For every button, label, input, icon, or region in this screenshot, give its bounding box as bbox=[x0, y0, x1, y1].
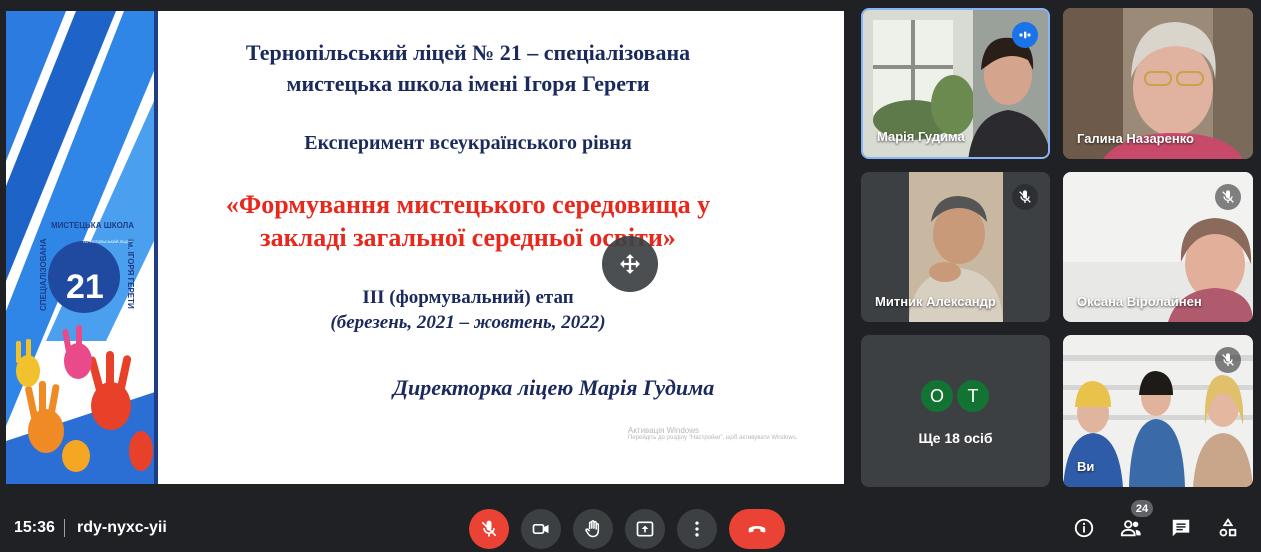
mic-muted-indicator bbox=[1215, 347, 1241, 373]
participant-tile[interactable]: Митник Александр bbox=[861, 172, 1050, 322]
slide-title: Тернопільський ліцей № 21 – спеціалізова… bbox=[158, 37, 778, 99]
raise-hand-button[interactable] bbox=[573, 509, 613, 549]
leave-call-button[interactable] bbox=[729, 509, 785, 549]
mic-muted-indicator bbox=[1215, 184, 1241, 210]
activities-button[interactable] bbox=[1212, 512, 1244, 544]
slide-title-line: Тернопільський ліцей № 21 – спеціалізова… bbox=[245, 40, 691, 65]
more-options-icon bbox=[695, 521, 699, 537]
people-icon bbox=[1120, 520, 1141, 537]
participant-avatar: Т bbox=[955, 378, 991, 414]
participant-avatar: О bbox=[919, 378, 955, 414]
slide-topic: «Формування мистецького середовища у зак… bbox=[158, 188, 778, 254]
slide-text-area: Тернопільський ліцей № 21 – спеціалізова… bbox=[158, 11, 844, 484]
control-bar: 15:36 rdy-nyxc-yii 24 bbox=[0, 500, 1261, 552]
participant-name: Ви bbox=[1077, 459, 1095, 474]
divider bbox=[64, 519, 65, 537]
slide-topic-line: «Формування мистецького середовища у bbox=[225, 190, 711, 219]
microphone-button[interactable] bbox=[469, 509, 509, 549]
people-count-badge: 24 bbox=[1131, 500, 1153, 517]
participant-name: Митник Александр bbox=[875, 294, 996, 309]
participant-name: Галина Назаренко bbox=[1077, 131, 1194, 146]
slide-stage: ІІІ (формувальний) етап (березень, 2021 … bbox=[158, 285, 778, 335]
self-view-tile[interactable]: Ви bbox=[1063, 335, 1253, 487]
slide-title-line: мистецька школа імені Ігоря Герети bbox=[286, 71, 650, 96]
presentation-slide: 21 МИСТЕЦЬКА ШКОЛА ТЕРНОПІЛЬСЬКИЙ ЛІЦЕЙ … bbox=[6, 11, 844, 484]
slide-stage-line: ІІІ (формувальний) етап bbox=[362, 287, 574, 308]
more-participants-label: Ще 18 осіб bbox=[918, 430, 993, 446]
logo-inner-text: ТЕРНОПІЛЬСЬКИЙ ЛІЦЕЙ bbox=[82, 239, 132, 244]
slide-experiment: Експеримент всеукраїнського рівня bbox=[304, 132, 632, 154]
speaking-icon bbox=[1019, 31, 1031, 39]
slide-stage-dates: (березень, 2021 – жовтень, 2022) bbox=[330, 312, 606, 333]
meet-window: 21 МИСТЕЦЬКА ШКОЛА ТЕРНОПІЛЬСЬКИЙ ЛІЦЕЙ … bbox=[0, 0, 1261, 552]
participant-tile[interactable]: Оксана Віролайнен bbox=[1063, 172, 1253, 322]
slide-art: 21 МИСТЕЦЬКА ШКОЛА ТЕРНОПІЛЬСЬКИЙ ЛІЦЕЙ … bbox=[6, 11, 158, 484]
more-options-button[interactable] bbox=[677, 509, 717, 549]
present-button[interactable] bbox=[625, 509, 665, 549]
raise-hand-icon bbox=[585, 520, 600, 538]
clock-time: 15:36 bbox=[14, 519, 55, 536]
mic-off-icon bbox=[1222, 190, 1234, 203]
meeting-code[interactable]: rdy-nyxc-yii bbox=[77, 519, 167, 537]
activities-icon bbox=[1219, 518, 1237, 537]
participant-name: Марія Гудима bbox=[877, 129, 965, 144]
meeting-details-button[interactable] bbox=[1068, 512, 1100, 544]
watermark-line: Перейдіть до розділу "Настройки", щоб ак… bbox=[628, 435, 798, 441]
slide-topic-line: закладі загальної середньої освіти» bbox=[260, 223, 676, 252]
move-icon bbox=[620, 254, 640, 274]
end-call-icon bbox=[748, 526, 766, 533]
mic-muted-indicator bbox=[1012, 184, 1038, 210]
watermark-line: Активація Windows bbox=[628, 426, 700, 435]
camera-icon bbox=[532, 524, 549, 534]
chat-button[interactable] bbox=[1165, 512, 1197, 544]
present-icon bbox=[636, 521, 654, 537]
participant-name: Оксана Віролайнен bbox=[1077, 294, 1202, 309]
participant-tile[interactable]: Марія Гудима bbox=[861, 8, 1050, 159]
mic-off-icon bbox=[481, 520, 497, 537]
speaking-indicator bbox=[1012, 22, 1038, 48]
mic-off-icon bbox=[1222, 353, 1234, 366]
participant-tile[interactable]: Галина Назаренко bbox=[1063, 8, 1253, 159]
mic-off-icon bbox=[1019, 190, 1031, 203]
more-participants-tile[interactable]: О Т Ще 18 осіб bbox=[861, 335, 1050, 487]
logo-right-text: ім. ІГОРЯ ГЕРЕТИ bbox=[126, 239, 135, 309]
logo-left-text: СПЕЦІАЛІЗОВАНА bbox=[39, 238, 48, 311]
info-icon bbox=[1074, 518, 1094, 538]
logo-top-text: МИСТЕЦЬКА ШКОЛА bbox=[51, 221, 134, 230]
logo-number: 21 bbox=[66, 268, 104, 306]
move-presentation-button[interactable] bbox=[602, 236, 658, 292]
camera-button[interactable] bbox=[521, 509, 561, 549]
chat-icon bbox=[1172, 519, 1190, 537]
slide-decoration: 21 МИСТЕЦЬКА ШКОЛА ТЕРНОПІЛЬСЬКИЙ ЛІЦЕЙ … bbox=[6, 11, 158, 484]
windows-watermark: Активація Windows Перейдіть до розділу "… bbox=[628, 426, 797, 441]
slide-director: Директорка ліцею Марія Гудима bbox=[393, 375, 715, 400]
